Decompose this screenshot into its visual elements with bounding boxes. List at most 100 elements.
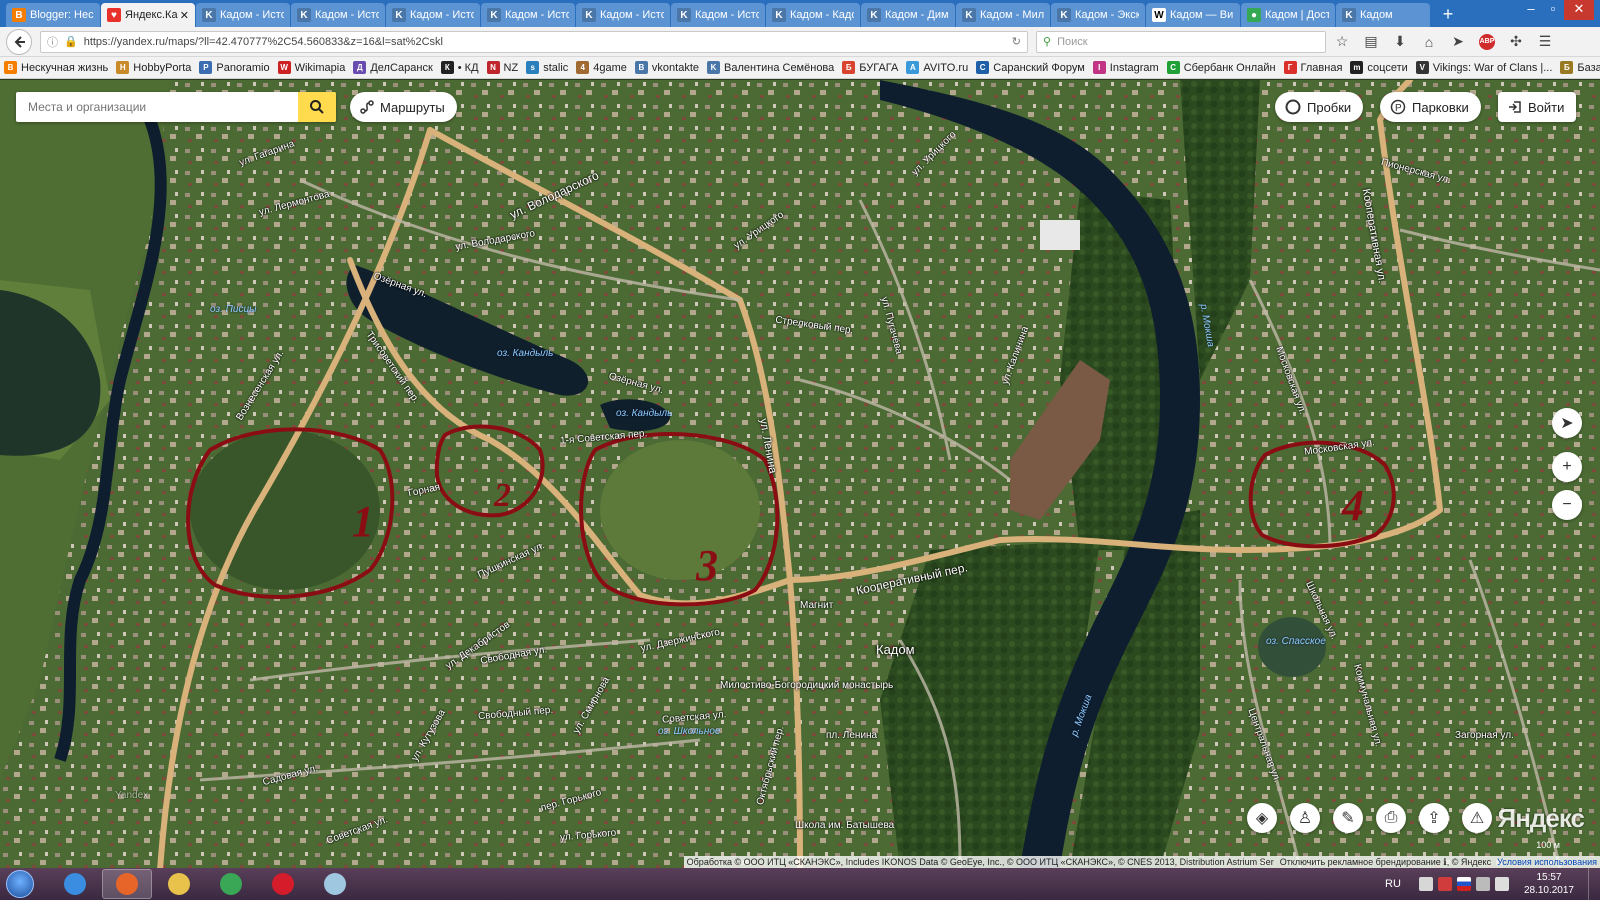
address-bar[interactable]: ⓘ 🔒 https://yandex.ru/maps/?ll=42.470777… <box>40 30 1028 53</box>
taskbar-app-button[interactable] <box>102 869 152 899</box>
reload-icon[interactable]: ↻ <box>1012 35 1021 48</box>
browser-tab[interactable]: K Кадом - Исто <box>481 3 575 27</box>
browser-tab[interactable]: ● Кадом | Дост <box>1241 3 1335 27</box>
bookmark-item[interactable]: m соцсети <box>1350 61 1408 74</box>
parking-button[interactable]: P Парковки <box>1380 92 1481 122</box>
russian-flag-icon[interactable] <box>1456 877 1471 891</box>
locate-me-button[interactable]: ➤ <box>1552 408 1582 438</box>
routes-button[interactable]: Маршруты <box>350 92 457 122</box>
reading-list-icon[interactable]: ▤ <box>1358 31 1384 53</box>
adblock-icon[interactable]: ABP <box>1474 31 1500 53</box>
bookmark-item[interactable]: H HobbyPorta <box>116 61 191 74</box>
bookmark-item[interactable]: 4 4game <box>576 61 627 74</box>
tab-label: Кадом - Исто <box>220 9 284 21</box>
bookmark-favicon-icon: m <box>1350 61 1364 74</box>
volume-icon[interactable] <box>1494 877 1509 891</box>
bookmark-label: ДелСаранск <box>370 61 433 74</box>
taskbar-app-button[interactable] <box>258 869 308 899</box>
bookmark-item[interactable]: s stalic <box>526 61 568 74</box>
street-label: Загорная ул. <box>1455 730 1514 741</box>
show-desktop-button[interactable] <box>1588 868 1600 900</box>
maximize-button[interactable]: ▫ <box>1542 0 1564 20</box>
browser-tab[interactable]: W Кадом — Ви <box>1146 3 1240 27</box>
satellite-map[interactable]: 1 2 3 4 ул. Гагарина ул. Лермонтова ул. … <box>0 80 1600 868</box>
layers-button[interactable]: ◈ <box>1247 803 1277 833</box>
downloads-icon[interactable]: ⬇ <box>1387 31 1413 53</box>
browser-tab[interactable]: ♥ Яндекс.Кар✕ <box>101 3 195 27</box>
taskbar-app-button[interactable] <box>310 869 360 899</box>
print-button[interactable]: ⎙ <box>1376 803 1406 833</box>
bookmark-item[interactable]: P Panoramio <box>199 61 270 74</box>
taskbar-app-button[interactable] <box>50 869 100 899</box>
map-search-input[interactable] <box>16 93 298 121</box>
search-engine-icon[interactable]: ⚲ <box>1043 35 1051 48</box>
browser-search-box[interactable]: ⚲ Поиск <box>1036 30 1326 53</box>
taskbar-app-button[interactable] <box>206 869 256 899</box>
annotation-number-1: 1 <box>352 497 374 546</box>
browser-tab[interactable]: K Кадом - Исто <box>291 3 385 27</box>
bookmark-label: stalic <box>543 61 569 74</box>
bookmark-label: База знаний по игре ... <box>1577 61 1600 74</box>
browser-tab[interactable]: K Кадом - Кадо <box>766 3 860 27</box>
taskbar-app-button[interactable] <box>154 869 204 899</box>
bookmark-favicon-icon: s <box>526 61 540 74</box>
browser-tab[interactable]: K Кадом - Дима <box>861 3 955 27</box>
back-button[interactable] <box>6 28 32 55</box>
login-button[interactable]: Войти <box>1498 92 1577 122</box>
bookmark-item[interactable]: I Instagram <box>1092 61 1159 74</box>
minimize-button[interactable]: – <box>1520 0 1542 20</box>
menu-icon[interactable]: ☰ <box>1532 31 1558 53</box>
bookmark-star-icon[interactable]: ☆ <box>1329 31 1355 53</box>
map-search-button[interactable] <box>298 92 336 122</box>
bookmark-item[interactable]: Г Главная <box>1283 61 1342 74</box>
terms-link[interactable]: Условия использования <box>1494 856 1600 868</box>
send-icon[interactable]: ➤ <box>1445 31 1471 53</box>
zoom-out-button[interactable]: − <box>1552 490 1582 520</box>
browser-tab[interactable]: K Кадом - Исто <box>576 3 670 27</box>
home-icon[interactable]: ⌂ <box>1416 31 1442 53</box>
bookmark-item[interactable]: Bvkontakte <box>634 61 699 74</box>
internet-explorer-icon <box>64 873 86 895</box>
start-button[interactable] <box>0 868 40 900</box>
browser-tab[interactable]: K Кадом - Мил <box>956 3 1050 27</box>
clock[interactable]: 15:57 28.10.2017 <box>1524 871 1574 897</box>
extension-icon[interactable]: ✣ <box>1503 31 1529 53</box>
bookmark-item[interactable]: K Валентина Семёнова <box>707 61 834 74</box>
bookmark-item[interactable]: V Vikings: War of Clans |... <box>1415 61 1552 74</box>
close-tab-icon[interactable]: ✕ <box>180 9 189 22</box>
url-text[interactable]: https://yandex.ru/maps/?ll=42.470777%2C5… <box>84 36 443 48</box>
bookmark-item[interactable]: W Wikimapia <box>277 61 345 74</box>
new-tab-button[interactable]: + <box>1435 4 1461 25</box>
bookmark-item[interactable]: B Нескучная жизнь <box>4 61 108 74</box>
ruler-button[interactable]: ✎ <box>1333 803 1363 833</box>
bookmark-item[interactable]: К • КД <box>440 61 479 74</box>
share-button[interactable]: ⇪ <box>1419 803 1449 833</box>
browser-tab[interactable]: K Кадом - Экск <box>1051 3 1145 27</box>
traffic-button[interactable]: Пробки <box>1275 92 1364 122</box>
browser-tab[interactable]: K Кадом - Исто <box>671 3 765 27</box>
browser-tab[interactable]: B Blogger: Неск <box>6 3 100 27</box>
bookmark-item[interactable]: С Сбербанк Онлайн <box>1166 61 1276 74</box>
bookmark-item[interactable]: Б БУГАГА <box>842 61 898 74</box>
bookmark-item[interactable]: A AVITO.ru <box>906 61 968 74</box>
browser-tab[interactable]: K Кадом <box>1336 3 1430 27</box>
arrow-up-icon[interactable] <box>1418 877 1433 891</box>
language-indicator[interactable]: RU <box>1385 878 1401 890</box>
traffic-icon <box>1285 99 1301 115</box>
panorama-button[interactable]: ♙ <box>1290 803 1320 833</box>
report-error-button[interactable]: ⚠ <box>1462 803 1492 833</box>
bookmark-item[interactable]: Д ДелСаранск <box>353 61 433 74</box>
bookmark-item[interactable]: С Саранский Форум <box>976 61 1085 74</box>
network-icon[interactable] <box>1475 877 1490 891</box>
bookmark-item[interactable]: ББаза знаний по игре ... <box>1560 61 1600 74</box>
bookmark-item[interactable]: N NZ <box>486 61 518 74</box>
close-window-button[interactable]: ✕ <box>1564 0 1594 20</box>
zoom-in-button[interactable]: + <box>1552 452 1582 482</box>
browser-tab[interactable]: K Кадом - Исто <box>386 3 480 27</box>
tab-label: Кадом - Исто <box>410 9 474 21</box>
route-icon <box>360 100 374 114</box>
info-icon[interactable]: ⓘ <box>47 34 58 50</box>
branding-toggle-text[interactable]: Отключить рекламное брендирование ℹ, © Я… <box>1276 856 1495 868</box>
browser-tab[interactable]: K Кадом - Исто <box>196 3 290 27</box>
antivirus-icon[interactable] <box>1437 877 1452 891</box>
